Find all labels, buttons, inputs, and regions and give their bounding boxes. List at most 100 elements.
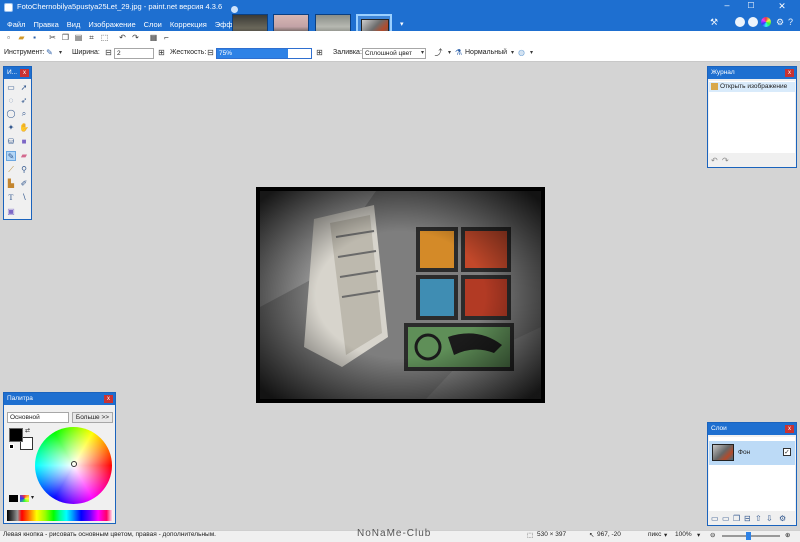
units-dropdown-icon[interactable]: ▾ [664,531,667,539]
units-select[interactable]: пикс [648,531,661,538]
move-layer-up-icon[interactable]: ⇧ [755,514,762,523]
lasso-select-icon[interactable]: ◌ [6,96,16,106]
black-white-icon[interactable] [9,495,18,502]
zoom-value[interactable]: 100% [675,531,692,538]
zoom-dropdown-icon[interactable]: ▾ [697,531,700,539]
antialiasing-icon[interactable]: ⤴ [433,48,444,58]
menu-file[interactable]: Файл [3,19,29,31]
hardness-slider[interactable]: 75% [216,48,312,59]
history-toggle-icon[interactable] [735,17,745,27]
shapes-icon[interactable]: ▣ [6,207,16,217]
menu-adjustments[interactable]: Коррекция [166,19,211,31]
crop-to-selection-icon[interactable]: ⌗ [86,33,97,43]
color-palette-strip[interactable] [7,510,113,521]
zoom-slider[interactable] [722,532,780,540]
layers-toggle-icon[interactable] [748,17,758,27]
paste-icon[interactable]: ▤ [73,33,84,43]
rectangle-select-icon[interactable]: ▭ [6,83,16,93]
palette-options-dropdown-icon[interactable]: ▾ [31,494,34,501]
color-picker-icon[interactable]: ⚲ [19,165,29,175]
zoom-out-icon[interactable]: ⊖ [710,531,715,539]
tool-dropdown-icon[interactable]: ▾ [55,48,66,58]
fill-dropdown-icon[interactable]: ▾ [417,48,428,58]
tools-panel: И... x ▭ ➚ ◌ ➶ ◯ ⌕ ✦ ✋ ⛁ ■ ✎ ▰ ⟋ ⚲ ▙ ✐ T… [3,66,32,220]
duplicate-layer-icon[interactable]: ❐ [733,514,740,523]
ruler-icon[interactable]: ⌐ [161,33,172,43]
layers-panel-close-button[interactable]: x [785,425,794,433]
hardness-increase-button[interactable]: ⊞ [314,48,325,58]
zoom-icon[interactable]: ⌕ [19,109,29,119]
width-increase-button[interactable]: ⊞ [156,48,167,58]
help-icon[interactable]: ? [788,17,798,27]
paint-bucket-icon[interactable]: ⛁ [6,137,16,147]
color-wheel-cursor[interactable] [71,461,77,467]
grid-icon[interactable]: ▦ [148,33,159,43]
maximize-button[interactable]: ☐ [744,1,758,12]
history-redo-icon[interactable]: ↷ [722,156,729,165]
pencil-icon[interactable]: ⟋ [6,165,16,175]
eraser-icon[interactable]: ▰ [19,151,29,161]
paintbrush-icon[interactable]: ✎ [6,151,16,161]
open-folder-icon[interactable]: ▰ [16,33,27,43]
redo-icon[interactable]: ↷ [130,33,141,43]
width-input[interactable]: 2 [114,48,154,59]
width-decrease-button[interactable]: ⊟ [103,48,114,58]
selection-dropdown-icon[interactable]: ▾ [526,48,537,58]
new-image-icon[interactable]: ▫ [3,33,14,43]
image-canvas[interactable] [256,187,545,403]
zoom-slider-thumb[interactable] [746,532,751,540]
palette-panel-close-button[interactable]: x [104,395,113,403]
undo-icon[interactable]: ↶ [117,33,128,43]
paintbrush-tool-icon[interactable]: ✎ [44,48,55,58]
blend-mode-icon[interactable]: ⚗ [453,48,464,58]
reset-colors-icon[interactable] [9,444,14,449]
merge-layer-icon[interactable]: ⊟ [744,514,751,523]
delete-layer-icon[interactable]: ▭ [722,514,730,523]
zoom-in-icon[interactable]: ⊕ [785,531,790,539]
menu-edit[interactable]: Правка [29,19,62,31]
minimize-button[interactable]: – [720,1,734,12]
palette-toggle-icon[interactable] [761,17,771,27]
hardness-decrease-button[interactable]: ⊟ [205,48,216,58]
layer-row[interactable]: Фон ✓ [709,441,795,465]
cut-icon[interactable]: ✂ [47,33,58,43]
layer-properties-icon[interactable]: ⚙ [779,514,786,523]
add-layer-icon[interactable]: ▭ [711,514,719,523]
save-icon[interactable]: ▪ [29,33,40,43]
palette-panel-title: Палитра [4,393,115,405]
recolor-icon[interactable]: ✐ [19,179,29,189]
tools-toggle-icon[interactable]: ⚒ [710,17,720,27]
palette-options-icon[interactable] [20,495,29,502]
more-tabs-icon[interactable]: ▾ [400,20,404,28]
gradient-icon[interactable]: ■ [19,137,29,147]
move-layer-down-icon[interactable]: ⇩ [766,514,773,523]
menu-image[interactable]: Изображение [84,19,139,31]
move-selected-icon[interactable]: ➚ [19,83,29,93]
image-size: 530 × 397 [537,531,567,538]
text-icon[interactable]: T [6,193,16,203]
primary-color-swatch[interactable] [9,428,23,442]
layer-visibility-checkbox[interactable]: ✓ [783,448,791,456]
magic-wand-icon[interactable]: ✦ [6,123,16,133]
color-wheel[interactable] [35,427,112,504]
menu-layers[interactable]: Слои [140,19,166,31]
ellipse-select-icon[interactable]: ◯ [6,109,16,119]
close-window-button[interactable]: ✕ [768,1,796,12]
palette-mode-select[interactable]: Основной [7,412,69,423]
swap-colors-icon[interactable]: ⇄ [25,427,30,434]
copy-icon[interactable]: ❐ [60,33,71,43]
blend-mode-select[interactable]: Нормальный [465,49,507,56]
history-undo-icon[interactable]: ↶ [711,156,718,165]
deselect-icon[interactable]: ⬚ [99,33,110,43]
clone-stamp-icon[interactable]: ▙ [6,179,16,189]
more-button[interactable]: Больше >> [72,412,113,423]
tools-panel-close-button[interactable]: x [20,69,29,77]
line-curve-icon[interactable]: ∖ [19,193,29,203]
history-item[interactable]: Открыть изображение [709,82,795,92]
menu-view[interactable]: Вид [63,19,85,31]
pan-hand-icon[interactable]: ✋ [19,123,29,133]
history-panel-close-button[interactable]: x [785,69,794,77]
settings-gear-icon[interactable]: ⚙ [776,17,786,27]
close-image-tab-icon[interactable] [231,6,238,13]
move-selection-icon[interactable]: ➶ [19,96,29,106]
